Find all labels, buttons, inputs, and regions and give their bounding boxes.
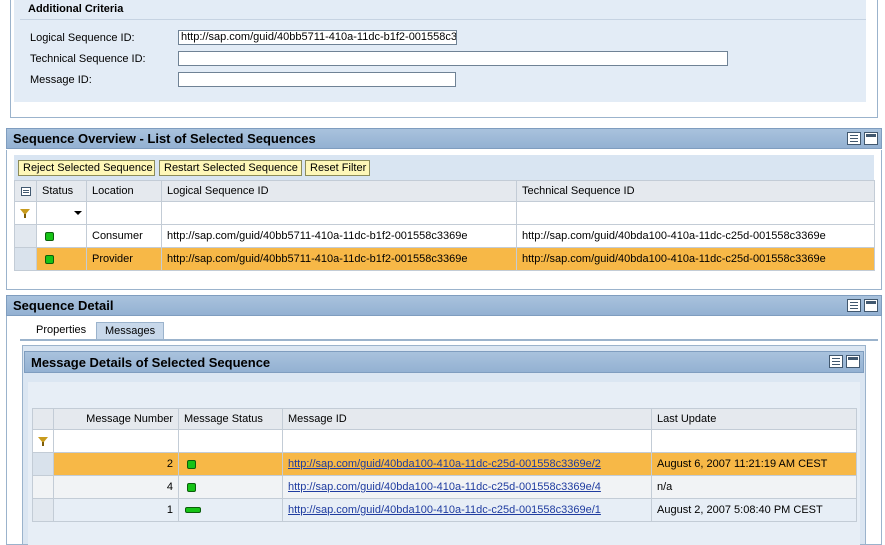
status-green-icon — [187, 459, 196, 469]
message-status-filter-input[interactable] — [178, 429, 283, 453]
message-status-cell — [178, 452, 283, 476]
location-filter-input[interactable] — [86, 201, 162, 225]
technical-sequence-id-cell: http://sap.com/guid/40bda100-410a-11dc-c… — [516, 247, 875, 271]
status-green-icon — [187, 482, 196, 492]
table-header-row: Message Number Message Status Message ID… — [32, 408, 857, 430]
message-number-cell: 1 — [53, 498, 179, 522]
logical-sequence-id-cell: http://sap.com/guid/40bb5711-410a-11dc-b… — [161, 224, 517, 248]
message-id-filter-input[interactable] — [282, 429, 652, 453]
filter-icon[interactable] — [20, 208, 31, 219]
personalize-list-icon[interactable] — [847, 132, 861, 145]
logical-sequence-id-filter-input[interactable] — [161, 201, 517, 225]
sequence-overview-title: Sequence Overview - List of Selected Seq… — [13, 131, 316, 146]
sequence-detail-header: Sequence Detail — [6, 295, 882, 316]
sequence-detail-title: Sequence Detail — [13, 298, 114, 313]
tab-strip-line — [20, 339, 878, 341]
sequence-table: Status Location Logical Sequence ID Tech… — [14, 180, 875, 271]
row-selector[interactable] — [32, 452, 54, 476]
tab-messages[interactable]: Messages — [96, 322, 165, 340]
technical-sequence-id-input[interactable] — [178, 51, 728, 66]
last-update-cell: August 2, 2007 5:08:40 PM CEST — [651, 498, 857, 522]
last-update-cell: August 6, 2007 11:21:19 AM CEST — [651, 452, 857, 476]
message-id-link[interactable]: http://sap.com/guid/40bda100-410a-11dc-c… — [288, 481, 601, 493]
status-green-icon — [45, 254, 54, 264]
personalize-list-icon[interactable] — [829, 355, 843, 368]
sequence-overview-header: Sequence Overview - List of Selected Seq… — [6, 128, 882, 149]
logical-sequence-id-input[interactable]: http://sap.com/guid/40bb5711-410a-11dc-b… — [178, 30, 457, 45]
message-id-cell: http://sap.com/guid/40bda100-410a-11dc-c… — [282, 475, 652, 499]
filter-row — [14, 201, 875, 225]
technical-sequence-id-filter-input[interactable] — [516, 201, 875, 225]
divider — [20, 19, 866, 20]
restart-selected-sequence-button[interactable]: Restart Selected Sequence — [159, 160, 302, 176]
reset-filter-button[interactable]: Reset Filter — [305, 160, 370, 176]
column-header-technical-sequence-id[interactable]: Technical Sequence ID — [516, 180, 875, 202]
status-cell — [36, 224, 87, 248]
filter-toggle-cell[interactable] — [32, 429, 54, 453]
row-selector[interactable] — [14, 224, 37, 248]
logical-sequence-id-label: Logical Sequence ID: — [30, 32, 135, 44]
column-header-last-update[interactable]: Last Update — [651, 408, 857, 430]
filter-row — [32, 429, 857, 453]
column-header-logical-sequence-id[interactable]: Logical Sequence ID — [161, 180, 517, 202]
row-selector[interactable] — [32, 498, 54, 522]
technical-sequence-id-label: Technical Sequence ID: — [30, 53, 146, 65]
filter-toggle-cell[interactable] — [14, 201, 37, 225]
row-selector[interactable] — [32, 475, 54, 499]
additional-criteria-title: Additional Criteria — [28, 3, 124, 15]
column-header-message-id[interactable]: Message ID — [282, 408, 652, 430]
message-id-link[interactable]: http://sap.com/guid/40bda100-410a-11dc-c… — [288, 458, 601, 470]
table-row-selected[interactable]: Provider http://sap.com/guid/40bb5711-41… — [14, 247, 875, 271]
location-cell: Consumer — [86, 224, 162, 248]
message-id-cell: http://sap.com/guid/40bda100-410a-11dc-c… — [282, 452, 652, 476]
message-number-cell: 4 — [53, 475, 179, 499]
column-header-message-status[interactable]: Message Status — [178, 408, 283, 430]
message-number-filter-input[interactable] — [53, 429, 179, 453]
minimize-icon[interactable] — [864, 299, 878, 312]
minimize-icon[interactable] — [864, 132, 878, 145]
column-header-status[interactable]: Status — [36, 180, 87, 202]
personalize-list-icon[interactable] — [847, 299, 861, 312]
logical-sequence-id-cell: http://sap.com/guid/40bb5711-410a-11dc-b… — [161, 247, 517, 271]
technical-sequence-id-cell: http://sap.com/guid/40bda100-410a-11dc-c… — [516, 224, 875, 248]
row-selector[interactable] — [14, 247, 37, 271]
filter-icon[interactable] — [37, 436, 49, 447]
table-row[interactable]: 4 http://sap.com/guid/40bda100-410a-11dc… — [32, 475, 857, 499]
message-status-cell — [178, 498, 283, 522]
table-settings-cell[interactable] — [14, 180, 37, 202]
message-table: Message Number Message Status Message ID… — [32, 408, 857, 522]
message-id-link[interactable]: http://sap.com/guid/40bda100-410a-11dc-c… — [288, 504, 601, 516]
status-green-icon — [45, 231, 54, 241]
message-id-label: Message ID: — [30, 74, 92, 86]
tab-properties[interactable]: Properties — [28, 322, 94, 340]
status-green-bar-icon — [185, 507, 201, 514]
last-update-cell: n/a — [651, 475, 857, 499]
message-status-cell — [178, 475, 283, 499]
last-update-filter-input[interactable] — [651, 429, 857, 453]
message-number-cell: 2 — [53, 452, 179, 476]
message-details-header: Message Details of Selected Sequence — [24, 351, 864, 373]
column-header-message-number[interactable]: Message Number — [53, 408, 179, 430]
table-row[interactable]: Consumer http://sap.com/guid/40bb5711-41… — [14, 224, 875, 248]
chevron-down-icon[interactable] — [74, 211, 82, 215]
message-id-cell: http://sap.com/guid/40bda100-410a-11dc-c… — [282, 498, 652, 522]
table-row[interactable]: 1 http://sap.com/guid/40bda100-410a-11dc… — [32, 498, 857, 522]
status-cell — [36, 247, 87, 271]
table-settings-icon[interactable] — [20, 186, 31, 196]
location-cell: Provider — [86, 247, 162, 271]
message-id-input[interactable] — [178, 72, 456, 87]
reject-selected-sequence-button[interactable]: Reject Selected Sequence — [18, 160, 155, 176]
table-header-row: Status Location Logical Sequence ID Tech… — [14, 180, 875, 202]
table-corner-cell — [32, 408, 54, 430]
table-row-selected[interactable]: 2 http://sap.com/guid/40bda100-410a-11dc… — [32, 452, 857, 476]
minimize-icon[interactable] — [846, 355, 860, 368]
column-header-location[interactable]: Location — [86, 180, 162, 202]
status-filter-dropdown[interactable] — [36, 201, 87, 225]
message-details-title: Message Details of Selected Sequence — [31, 355, 271, 370]
